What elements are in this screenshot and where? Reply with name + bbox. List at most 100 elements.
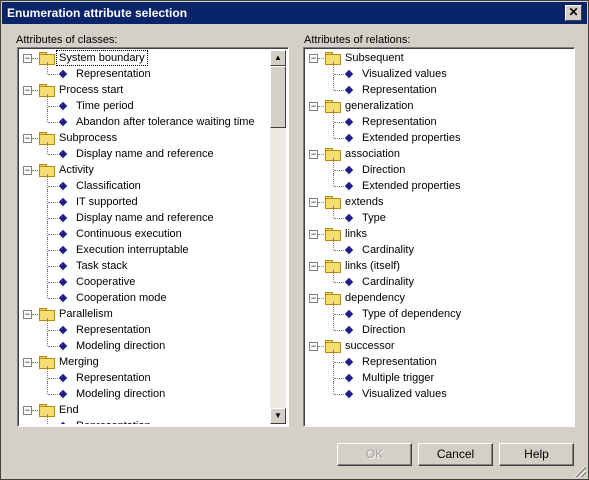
- tree-node[interactable]: − extends: [306, 194, 572, 210]
- tree-leaf[interactable]: Extended properties: [306, 126, 572, 146]
- tree-leaf[interactable]: Display name and reference: [20, 206, 268, 226]
- classes-tree[interactable]: − System boundary Representation − Process s…: [17, 47, 289, 427]
- tree-leaf-label: Task stack: [76, 260, 128, 272]
- tree-node[interactable]: − generalization: [306, 98, 572, 114]
- tree-connector: [47, 382, 48, 394]
- collapse-icon[interactable]: −: [309, 230, 318, 239]
- tree-connector: [48, 106, 58, 107]
- tree-leaf[interactable]: Visualized values: [306, 62, 572, 82]
- diamond-icon: [58, 101, 68, 111]
- collapse-icon[interactable]: −: [309, 198, 318, 207]
- tree-leaf-label: Display name and reference: [76, 212, 214, 224]
- tree-node-label: dependency: [345, 292, 405, 304]
- tree-leaf[interactable]: Cardinality: [306, 270, 572, 290]
- collapse-icon[interactable]: −: [309, 54, 318, 63]
- tree-leaf[interactable]: Classification: [20, 174, 268, 194]
- tree-leaf[interactable]: Multiple trigger: [306, 366, 572, 386]
- scroll-down-button[interactable]: ▼: [270, 408, 286, 424]
- tree-leaf[interactable]: Representation: [306, 350, 572, 370]
- tree-leaf[interactable]: Type: [306, 206, 572, 226]
- tree-leaf[interactable]: Type of dependency: [306, 302, 572, 322]
- tree-leaf[interactable]: Cardinality: [306, 238, 572, 258]
- tree-leaf[interactable]: Display name and reference: [20, 142, 268, 162]
- tree-leaf[interactable]: Visualized values: [306, 382, 572, 402]
- resize-grip[interactable]: [574, 465, 586, 477]
- tree-leaf[interactable]: Task stack: [20, 254, 268, 274]
- tree-connector: [48, 378, 58, 379]
- tree-node[interactable]: − association: [306, 146, 572, 162]
- tree-node[interactable]: − Merging: [20, 354, 268, 370]
- tree-leaf-label: Continuous execution: [76, 228, 182, 240]
- collapse-icon[interactable]: −: [309, 294, 318, 303]
- tree-leaf[interactable]: Representation: [20, 366, 268, 386]
- collapse-icon[interactable]: −: [23, 310, 32, 319]
- tree-leaf[interactable]: Execution interruptable: [20, 238, 268, 258]
- tree-node[interactable]: − links: [306, 226, 572, 242]
- collapse-icon[interactable]: −: [23, 134, 32, 143]
- tree-node[interactable]: − Subsequent: [306, 50, 572, 66]
- tree-node[interactable]: − Subprocess: [20, 130, 268, 146]
- tree-leaf[interactable]: Representation: [20, 62, 268, 82]
- tree-leaf[interactable]: Representation: [20, 414, 268, 424]
- title-bar[interactable]: Enumeration attribute selection ✕: [2, 2, 587, 24]
- tree-leaf[interactable]: Modeling direction: [20, 334, 268, 354]
- collapse-icon[interactable]: −: [23, 406, 32, 415]
- collapse-icon[interactable]: −: [309, 150, 318, 159]
- tree-leaf[interactable]: Representation: [306, 110, 572, 130]
- tree-leaf[interactable]: Direction: [306, 318, 572, 338]
- help-button[interactable]: Help: [499, 443, 574, 466]
- cancel-button[interactable]: Cancel: [418, 443, 493, 466]
- tree-leaf-label: Abandon after tolerance waiting time: [76, 116, 255, 128]
- collapse-icon[interactable]: −: [309, 342, 318, 351]
- tree-connector: [334, 330, 344, 331]
- diamond-icon: [58, 149, 68, 159]
- tree-node[interactable]: − dependency: [306, 290, 572, 306]
- tree-leaf[interactable]: IT supported: [20, 190, 268, 210]
- close-button[interactable]: ✕: [565, 5, 582, 21]
- tree-node[interactable]: − System boundary: [20, 50, 268, 66]
- collapse-icon[interactable]: −: [309, 102, 318, 111]
- collapse-icon[interactable]: −: [23, 166, 32, 175]
- diamond-icon: [58, 261, 68, 271]
- tree-leaf[interactable]: Representation: [20, 318, 268, 338]
- tree-connector: [47, 206, 48, 222]
- tree-leaf[interactable]: Cooperative: [20, 270, 268, 290]
- tree-node-label: System boundary: [56, 50, 148, 66]
- diamond-icon: [344, 277, 354, 287]
- diamond-icon: [344, 213, 354, 223]
- tree-node[interactable]: − links (itself): [306, 258, 572, 274]
- tree-leaf[interactable]: Abandon after tolerance waiting time: [20, 110, 268, 130]
- tree-node-label: Process start: [59, 84, 124, 96]
- tree-leaf[interactable]: Direction: [306, 158, 572, 178]
- tree-node[interactable]: − Parallelism: [20, 306, 268, 322]
- tree-leaf[interactable]: Representation: [306, 78, 572, 98]
- tree-leaf[interactable]: Modeling direction: [20, 382, 268, 402]
- collapse-icon[interactable]: −: [23, 54, 32, 63]
- tree-leaf-label: Execution interruptable: [76, 244, 189, 256]
- classes-label: Attributes of classes:: [16, 34, 118, 46]
- classes-scrollbar[interactable]: ▲ ▼: [270, 50, 286, 424]
- collapse-icon[interactable]: −: [23, 86, 32, 95]
- collapse-icon[interactable]: −: [23, 358, 32, 367]
- scroll-thumb[interactable]: [270, 66, 286, 128]
- tree-connector: [48, 186, 58, 187]
- tree-node[interactable]: − successor: [306, 338, 572, 354]
- tree-node[interactable]: − End: [20, 402, 268, 418]
- collapse-icon[interactable]: −: [309, 262, 318, 271]
- tree-leaf-label: Visualized values: [362, 68, 447, 80]
- ok-button[interactable]: OK: [337, 443, 412, 466]
- tree-connector: [32, 170, 38, 171]
- tree-connector: [47, 366, 48, 382]
- tree-leaf[interactable]: Cooperation mode: [20, 286, 268, 306]
- tree-leaf-label: Representation: [74, 419, 153, 424]
- tree-leaf[interactable]: Time period: [20, 94, 268, 114]
- tree-leaf[interactable]: Continuous execution: [20, 222, 268, 242]
- tree-connector: [47, 270, 48, 286]
- relations-tree[interactable]: − Subsequent Visualized values Representati…: [303, 47, 575, 427]
- tree-node[interactable]: − Activity: [20, 162, 268, 178]
- tree-leaf[interactable]: Extended properties: [306, 174, 572, 194]
- tree-leaf-label: Modeling direction: [76, 340, 166, 352]
- tree-connector: [333, 382, 334, 394]
- scroll-up-button[interactable]: ▲: [270, 50, 286, 66]
- tree-node[interactable]: − Process start: [20, 82, 268, 98]
